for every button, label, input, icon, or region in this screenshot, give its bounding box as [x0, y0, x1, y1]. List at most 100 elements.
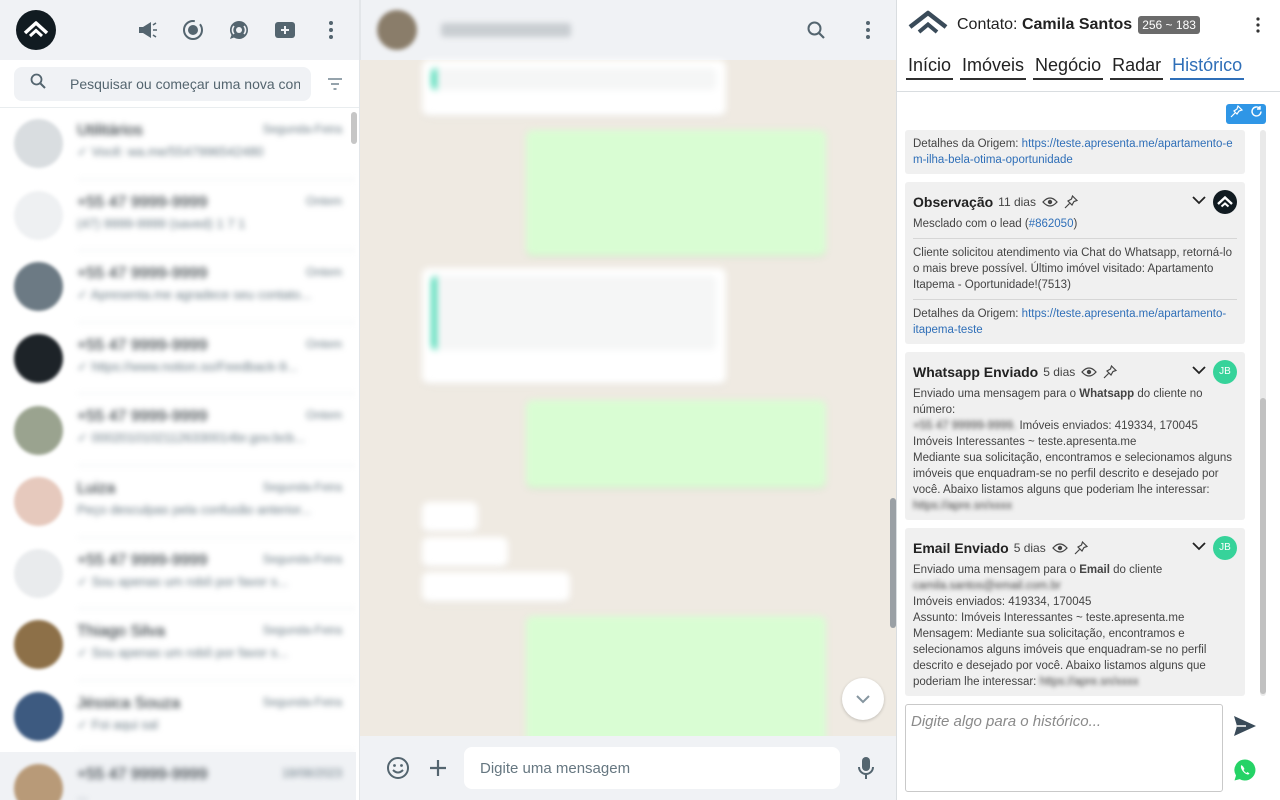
message-input[interactable]	[464, 747, 840, 789]
refresh-icon[interactable]	[1250, 105, 1263, 123]
send-icon[interactable]	[1231, 712, 1259, 740]
eye-icon[interactable]	[1081, 364, 1098, 380]
line-suffix: do cliente	[1109, 564, 1163, 576]
status-icon[interactable]	[181, 18, 205, 42]
pin-icon[interactable]	[1074, 540, 1090, 556]
tab-inicio[interactable]: Início	[906, 55, 954, 80]
chat-list-item[interactable]: Luiza Segunda-Feira Peço desculpas pela co…	[0, 466, 356, 538]
search-input[interactable]	[70, 75, 300, 92]
tab-negocio[interactable]: Negócio	[1033, 55, 1104, 80]
chat-list-scrollbar[interactable]	[351, 112, 357, 144]
chevron-down-icon[interactable]	[1191, 540, 1207, 556]
card-line: +55 47 99999-9999. Imóveis enviados: 419…	[913, 418, 1237, 434]
chat-preview: ✓ Sou apenas um robô por favor s...	[77, 645, 289, 661]
chat-list: Utilitários Segunda-Feira ✓ Você: wa.me/55…	[0, 108, 356, 800]
conversation-avatar[interactable]	[377, 10, 417, 50]
chat-time: Ontem	[305, 193, 342, 208]
pin-icon[interactable]	[1103, 364, 1119, 380]
avatar	[14, 548, 63, 598]
search-row	[0, 60, 359, 108]
chat-name: Utilitários	[77, 122, 143, 139]
conversation-name[interactable]	[441, 23, 571, 37]
tab-imoveis[interactable]: Imóveis	[960, 55, 1027, 80]
chat-item-body: Utilitários Segunda-Feira ✓ Você: wa.me/55…	[77, 108, 356, 180]
chat-list-item[interactable]: +55 47 9999-9999 18/08/2023...	[0, 752, 356, 800]
message-list	[360, 60, 896, 746]
tab-historico[interactable]: Histórico	[1170, 55, 1245, 80]
crm-panel: Contato: Camila Santos 256 ~ 183 Início …	[896, 0, 1280, 800]
scroll-down-button[interactable]	[842, 678, 884, 720]
menu-icon[interactable]	[319, 18, 343, 42]
chat-list-item[interactable]: Utilitários Segunda-Feira ✓ Você: wa.me/55…	[0, 108, 356, 180]
merged-prefix: Mesclado com o lead (	[913, 218, 1029, 230]
crm-logo	[907, 10, 949, 41]
eye-icon[interactable]	[1051, 540, 1068, 556]
microphone-icon[interactable]	[852, 754, 880, 782]
chat-name: +55 47 9999-9999	[77, 766, 208, 784]
search-icon[interactable]	[804, 18, 828, 42]
chevron-down-icon[interactable]	[1191, 194, 1207, 210]
merged-lead-link[interactable]: #862050	[1029, 218, 1074, 230]
menu-icon[interactable]	[856, 18, 880, 42]
megaphone-icon[interactable]	[135, 18, 159, 42]
new-chat-icon[interactable]	[273, 18, 297, 42]
avatar	[14, 119, 63, 169]
chat-time: Ontem	[305, 336, 342, 351]
chat-list-item[interactable]: Jéssica Souza Segunda-Feira ✓ Foi aqui sal	[0, 681, 356, 753]
message-bubble	[422, 60, 726, 116]
chat-preview: Peço desculpas pela confusão anterior...	[77, 501, 312, 517]
chat-list-panel: Utilitários Segunda-Feira ✓ Você: wa.me/55…	[0, 0, 360, 800]
search-box[interactable]	[14, 66, 311, 101]
history-card-whatsapp: Whatsapp Enviado 5 dias JB Enviado uma m…	[905, 352, 1245, 520]
pin-icon[interactable]	[1064, 194, 1080, 210]
chat-item-body: +55 47 9999-9999 Ontem ✓ 00020101021126330…	[77, 394, 356, 466]
chat-list-item[interactable]: +55 47 9999-9999 Ontem ✓ Apresenta.me agra…	[0, 251, 356, 323]
app-logo[interactable]	[16, 10, 56, 50]
line-text: Mediante sua solicitação, encontramos e …	[913, 452, 1232, 496]
pin-icon[interactable]	[1230, 104, 1243, 123]
avatar	[14, 477, 63, 527]
chat-list-item[interactable]: Thiago Silva Segunda-Feira ✓ Sou apenas um…	[0, 609, 356, 681]
avatar	[14, 190, 63, 240]
line-bold: Whatsapp	[1079, 388, 1135, 400]
chat-time: Segunda-Feira	[262, 479, 342, 494]
chat-preview: ...	[77, 788, 88, 800]
chat-list-item[interactable]: +55 47 9999-9999 Ontem ✓ https://www.notio…	[0, 323, 356, 395]
message-bubble	[422, 502, 478, 532]
crm-tabs: Início Imóveis Negócio Radar Histórico	[897, 50, 1280, 80]
crm-menu-icon[interactable]	[1246, 17, 1270, 33]
search-icon	[30, 73, 46, 94]
author-avatar: JB	[1213, 536, 1237, 560]
card-divider	[913, 299, 1237, 300]
message-bubble	[526, 130, 826, 256]
chat-list-item[interactable]: +55 47 9999-9999 Segunda-Feira ✓ Sou apena…	[0, 538, 356, 610]
contact-title: Contato: Camila Santos	[957, 16, 1132, 34]
channels-icon[interactable]	[227, 18, 251, 42]
card-body: Cliente solicitou atendimento via Chat d…	[913, 247, 1232, 291]
contact-prefix: Contato:	[957, 16, 1018, 33]
message-bubble	[526, 616, 826, 746]
contact-badge: 256 ~ 183	[1138, 16, 1200, 34]
filter-icon[interactable]	[323, 72, 347, 96]
history-card-email: Email Enviado 5 dias JB Enviado uma mens…	[905, 528, 1245, 696]
emoji-icon[interactable]	[384, 754, 412, 782]
whatsapp-icon[interactable]	[1231, 756, 1259, 784]
chat-time: 18/08/2023	[281, 766, 342, 781]
origin-label: Detalhes da Origem:	[913, 138, 1019, 150]
line-text: Imóveis enviados: 419334, 170045	[1016, 420, 1198, 432]
redacted-email: camila.santos@email.com.br	[913, 580, 1061, 592]
chat-list-item[interactable]: +55 47 9999-9999 Ontem ✓ 00020101021126330…	[0, 394, 356, 466]
chat-time: Ontem	[305, 265, 342, 280]
card-age: 5 dias	[1013, 541, 1046, 555]
chevron-down-icon[interactable]	[1191, 364, 1207, 380]
chat-item-body: +55 47 9999-9999 Ontem ✓ https://www.notio…	[77, 323, 356, 395]
chat-name: +55 47 9999-9999	[77, 336, 208, 354]
eye-icon[interactable]	[1042, 194, 1058, 210]
history-input[interactable]	[905, 704, 1223, 792]
tab-radar[interactable]: Radar	[1110, 55, 1164, 80]
origin-label: Detalhes da Origem:	[913, 308, 1019, 320]
card-title: Email Enviado	[913, 540, 1009, 556]
chat-list-item[interactable]: +55 47 9999-9999 Ontem (47) 9999-9999 (sav…	[0, 180, 356, 252]
attach-plus-icon[interactable]	[424, 754, 452, 782]
chat-item-body: +55 47 9999-9999 Segunda-Feira ✓ Sou apena…	[77, 538, 356, 610]
